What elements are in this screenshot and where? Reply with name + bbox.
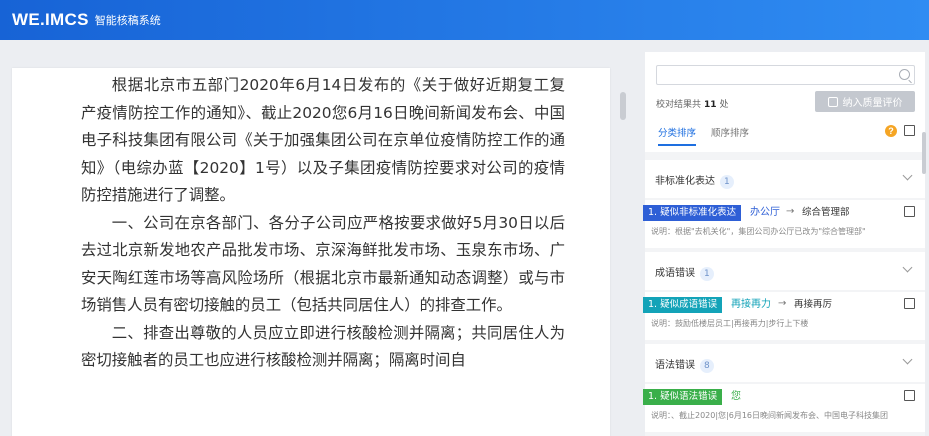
proofread-panel: 校对结果共 11 处 纳入质量评价 分类排序 顺序排序 ? 非标准化表达 1 1. 疑… bbox=[643, 52, 925, 436]
app-subtitle: 智能核稿系统 bbox=[94, 14, 161, 27]
issue-item[interactable]: 1. 疑似成语错误 再接再力 → 再接再厉 说明：鼓励低楼层员工|再接再力|步行… bbox=[643, 292, 925, 340]
issue-item[interactable]: 1. 疑似语法错误 您 说明：、截止2020|您|6月16日晚间新闻发布会、中国… bbox=[643, 384, 925, 432]
group-title-text: 非标准化表达 bbox=[655, 176, 715, 187]
group-nonstandard-expression[interactable]: 非标准化表达 1 bbox=[645, 160, 925, 198]
group-title: 语法错误 8 bbox=[655, 356, 714, 373]
panel-header: 校对结果共 11 处 纳入质量评价 分类排序 顺序排序 ? bbox=[645, 52, 925, 152]
tab-category-sort[interactable]: 分类排序 bbox=[658, 125, 696, 139]
select-all-checkbox[interactable] bbox=[904, 125, 915, 136]
group-count-badge: 8 bbox=[700, 359, 714, 373]
issue-tag: 1. 疑似语法错误 bbox=[643, 389, 723, 405]
result-number: 11 bbox=[704, 100, 717, 110]
original-text: 办公厅 bbox=[750, 207, 780, 218]
active-tab-indicator bbox=[658, 144, 696, 146]
group-title-text: 成语错误 bbox=[655, 268, 695, 279]
document-scrollbar[interactable] bbox=[620, 92, 626, 120]
evaluation-icon bbox=[827, 96, 838, 107]
group-title: 非标准化表达 1 bbox=[655, 172, 734, 189]
document-body: 根据北京市五部门2020年6月14日发布的《关于做好近期复工复产疫情防控工作的通… bbox=[81, 72, 565, 375]
document-paragraph: 二、排查出尊敬的人员应立即进行核酸检测并隔离；共同居住人为密切接触者的员工也应进… bbox=[81, 323, 565, 370]
search-input[interactable] bbox=[656, 65, 915, 85]
group-title-text: 语法错误 bbox=[655, 360, 695, 371]
document-area: 根据北京市五部门2020年6月14日发布的《关于做好近期复工复产疫情防控工作的通… bbox=[0, 40, 631, 436]
result-count: 校对结果共 11 处 bbox=[656, 97, 729, 110]
group-count-badge: 1 bbox=[700, 267, 714, 281]
group-grammar-error[interactable]: 语法错误 8 bbox=[645, 344, 925, 382]
issue-checkbox[interactable] bbox=[904, 206, 915, 217]
arrow-right-icon: → bbox=[778, 298, 787, 309]
quality-button-label: 纳入质量评价 bbox=[842, 98, 903, 109]
suggestion-text[interactable]: 再接再厉 bbox=[794, 298, 832, 312]
chevron-down-icon[interactable] bbox=[902, 262, 913, 273]
original-text: 您 bbox=[731, 391, 741, 402]
panel-scrollbar[interactable] bbox=[922, 132, 926, 174]
group-idiom-error[interactable]: 成语错误 1 bbox=[645, 252, 925, 290]
issue-item[interactable]: 1. 疑似非标准化表达 办公厅 → 综合管理部 说明：根据"去机关化"，集团公司… bbox=[643, 200, 925, 248]
add-quality-evaluation-button[interactable]: 纳入质量评价 bbox=[815, 91, 915, 112]
issue-note: 说明：、截止2020|您|6月16日晚间新闻发布会、中国电子科技集团 bbox=[651, 411, 889, 420]
suggestion-text[interactable]: 综合管理部 bbox=[802, 206, 850, 220]
result-label: 校对结果共 bbox=[656, 100, 702, 110]
issue-checkbox[interactable] bbox=[904, 298, 915, 309]
document-paragraph: 一、公司在京各部门、各分子公司应严格按要求做好5月30日以后去过北京新发地农产品… bbox=[81, 213, 565, 315]
app-logo: WE.IMCS bbox=[12, 10, 89, 29]
arrow-right-icon: → bbox=[786, 206, 795, 217]
search-icon[interactable] bbox=[899, 69, 910, 80]
document-page[interactable]: 根据北京市五部门2020年6月14日发布的《关于做好近期复工复产疫情防控工作的通… bbox=[12, 68, 610, 436]
help-icon[interactable]: ? bbox=[885, 125, 897, 137]
top-bar: WE.IMCS 智能核稿系统 bbox=[0, 0, 929, 40]
issue-tag: 1. 疑似成语错误 bbox=[643, 297, 723, 313]
document-paragraph: 根据北京市五部门2020年6月14日发布的《关于做好近期复工复产疫情防控工作的通… bbox=[81, 76, 565, 204]
issue-note: 说明：鼓励低楼层员工|再接再力|步行上下楼 bbox=[651, 319, 809, 328]
issue-note: 说明：根据"去机关化"，集团公司办公厅已改为"综合管理部" bbox=[651, 227, 866, 236]
group-title: 成语错误 1 bbox=[655, 264, 714, 281]
chevron-down-icon[interactable] bbox=[902, 170, 913, 181]
group-count-badge: 1 bbox=[720, 175, 734, 189]
issue-tag: 1. 疑似非标准化表达 bbox=[643, 205, 742, 221]
tab-sequence-sort[interactable]: 顺序排序 bbox=[711, 125, 749, 139]
original-text: 再接再力 bbox=[731, 299, 771, 310]
issue-checkbox[interactable] bbox=[904, 390, 915, 401]
result-unit: 处 bbox=[719, 100, 729, 110]
chevron-down-icon[interactable] bbox=[902, 354, 913, 365]
